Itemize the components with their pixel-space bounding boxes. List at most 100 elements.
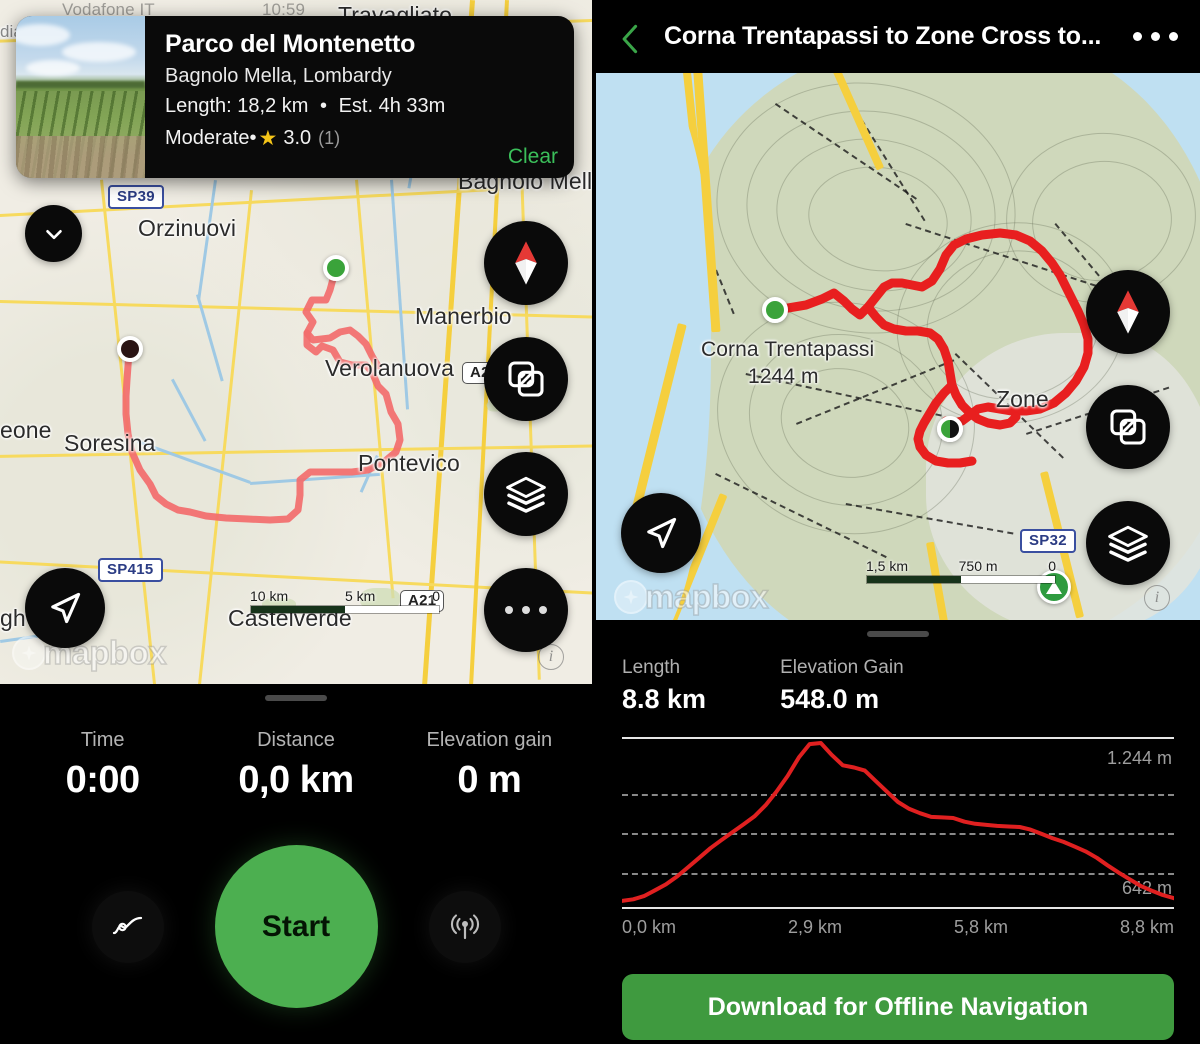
download-button-label: Download for Offline Navigation (707, 992, 1089, 1021)
layers-stack-icon (506, 476, 546, 513)
map-label: Zone (996, 386, 1049, 412)
map-layers-button[interactable] (484, 452, 568, 536)
stat-label: Elevation Gain (780, 657, 904, 678)
left-bottom-sheet: Time 0:00 Distance 0,0 km Elevation gain… (0, 684, 592, 1044)
map-label: Orzinuovi (138, 215, 237, 241)
left-screen: Travagliato Vodafone IT dia 10:59 Bagnol… (0, 0, 592, 1044)
stat-label: Elevation gain (426, 729, 553, 751)
chart-x-tick: 5,8 km (953, 917, 1008, 937)
stat-elevation-gain: Elevation gain 0 m (393, 729, 586, 802)
compass-button[interactable] (484, 221, 568, 305)
chart-x-tick: 2,9 km (787, 917, 843, 937)
collapse-card-button[interactable] (25, 205, 82, 262)
overlay-toggle-button[interactable] (1086, 385, 1170, 469)
stat-value: 0,0 km (238, 759, 354, 801)
navigation-arrow-icon (51, 592, 81, 624)
mapbox-attribution-logo[interactable]: mapbox (614, 577, 769, 616)
start-recording-button[interactable]: Start (214, 845, 378, 1008)
sheet-grabber[interactable] (265, 695, 327, 701)
elevation-line (622, 737, 1174, 909)
overlay-squares-icon (1110, 409, 1146, 445)
overlay-squares-icon (508, 361, 544, 397)
separator-dot: • (320, 95, 328, 117)
download-offline-button[interactable]: Download for Offline Navigation (622, 974, 1174, 1040)
trail-info-card[interactable]: Parco del Montenetto Bagnolo Mella, Lomb… (16, 16, 574, 178)
stats-graph-button[interactable] (91, 890, 164, 963)
map-label: eone (0, 417, 52, 443)
stat-label: Distance (257, 729, 335, 751)
scale-label-right: 0 (432, 588, 440, 604)
stat-label: Time (80, 729, 125, 751)
mapbox-mark-icon (12, 636, 46, 670)
scale-label-mid: 750 m (958, 558, 998, 574)
scale-label-left: 10 km (250, 588, 289, 604)
road-shield: SP415 (98, 558, 163, 583)
right-bottom-sheet: Length 8.8 km Elevation Gain 548.0 m 1.2… (596, 620, 1200, 1044)
app-screenshot: Travagliato Vodafone IT dia 10:59 Bagnol… (0, 0, 1200, 1044)
trail-location: Bagnolo Mella, Lombardy (165, 65, 392, 87)
star-icon: ★ (258, 127, 278, 150)
scale-label-right: 0 (1048, 558, 1056, 574)
stat-value: 0 m (457, 759, 522, 801)
compass-needle-icon (515, 241, 537, 285)
chevron-down-icon (45, 229, 62, 239)
road-shield: SP39 (108, 185, 164, 210)
trail-difficulty-rating-row: Moderate • ★ 3.0 (1) (165, 126, 556, 151)
right-screen: Corna Trentapassi to Zone Cross to... Co… (596, 0, 1200, 1044)
map-label: Verolanuova (325, 355, 454, 381)
broadcast-icon (450, 913, 479, 939)
trail-est-time: Est. 4h 33m (338, 95, 446, 117)
compass-needle-icon (1117, 290, 1139, 334)
map-river (171, 378, 207, 442)
chevron-left-icon (622, 24, 638, 53)
route-start-marker[interactable] (762, 297, 788, 323)
right-more-options-button[interactable] (1133, 32, 1178, 41)
more-options-button[interactable] (484, 568, 568, 652)
stat-elevation-gain: Elevation Gain 548.0 m (780, 657, 904, 715)
map-layers-button[interactable] (1086, 501, 1170, 585)
recording-actions-row: Start (0, 845, 592, 1008)
right-topbar: Corna Trentapassi to Zone Cross to... (596, 0, 1200, 73)
chart-x-tick: 0,0 km (622, 917, 677, 937)
graph-line-icon (112, 916, 142, 934)
map-label: 1244 m (748, 365, 819, 388)
elevation-profile-chart[interactable]: 1.244 m 642 m (622, 737, 1174, 909)
trail-length: Length: 18,2 km (165, 95, 309, 117)
locate-me-button[interactable] (25, 568, 105, 648)
stat-time: Time 0:00 (6, 729, 199, 802)
right-map-canvas[interactable]: Corna Trentapassi 1244 m Zone SP32 1,5 k… (596, 73, 1200, 620)
route-start-marker[interactable] (323, 255, 349, 281)
separator-dot: • (249, 127, 257, 149)
page-title: Corna Trentapassi to Zone Cross to... (664, 22, 1102, 50)
locate-me-button[interactable] (621, 493, 701, 573)
back-button[interactable] (618, 24, 644, 53)
compass-button[interactable] (1086, 270, 1170, 354)
route-midpoint-marker[interactable] (937, 416, 963, 442)
trail-photo-thumbnail[interactable] (16, 16, 145, 178)
mapbox-wordmark: mapbox (644, 577, 769, 616)
stat-length: Length 8.8 km (622, 657, 706, 715)
map-label: Pontevico (358, 450, 460, 476)
trail-rating: 3.0 (283, 127, 312, 149)
map-road (355, 179, 395, 599)
overlay-toggle-button[interactable] (484, 337, 568, 421)
stat-value: 8.8 km (622, 684, 707, 714)
map-info-icon[interactable]: i (1144, 585, 1170, 611)
left-map-scalebar: 10 km 5 km 0 (250, 588, 440, 614)
map-label: gh (0, 605, 26, 631)
recording-stats-row: Time 0:00 Distance 0,0 km Elevation gain… (0, 729, 592, 802)
trail-title: Parco del Montenetto (165, 30, 416, 58)
road-shield: SP32 (1020, 529, 1076, 554)
stat-value: 0:00 (65, 759, 141, 801)
chart-x-axis-labels: 0,0 km 2,9 km 5,8 km 8,8 km (622, 917, 1174, 938)
stat-label: Length (622, 657, 681, 678)
route-end-marker[interactable] (117, 336, 143, 362)
layers-stack-icon (1108, 525, 1148, 562)
map-label: Manerbio (415, 303, 512, 329)
mapbox-mark-icon (614, 580, 648, 614)
chart-x-tick: 8,8 km (1119, 917, 1174, 937)
live-broadcast-button[interactable] (428, 890, 501, 963)
trail-difficulty: Moderate (165, 127, 250, 149)
ellipsis-icon (505, 606, 547, 614)
clear-button[interactable]: Clear (508, 145, 558, 169)
